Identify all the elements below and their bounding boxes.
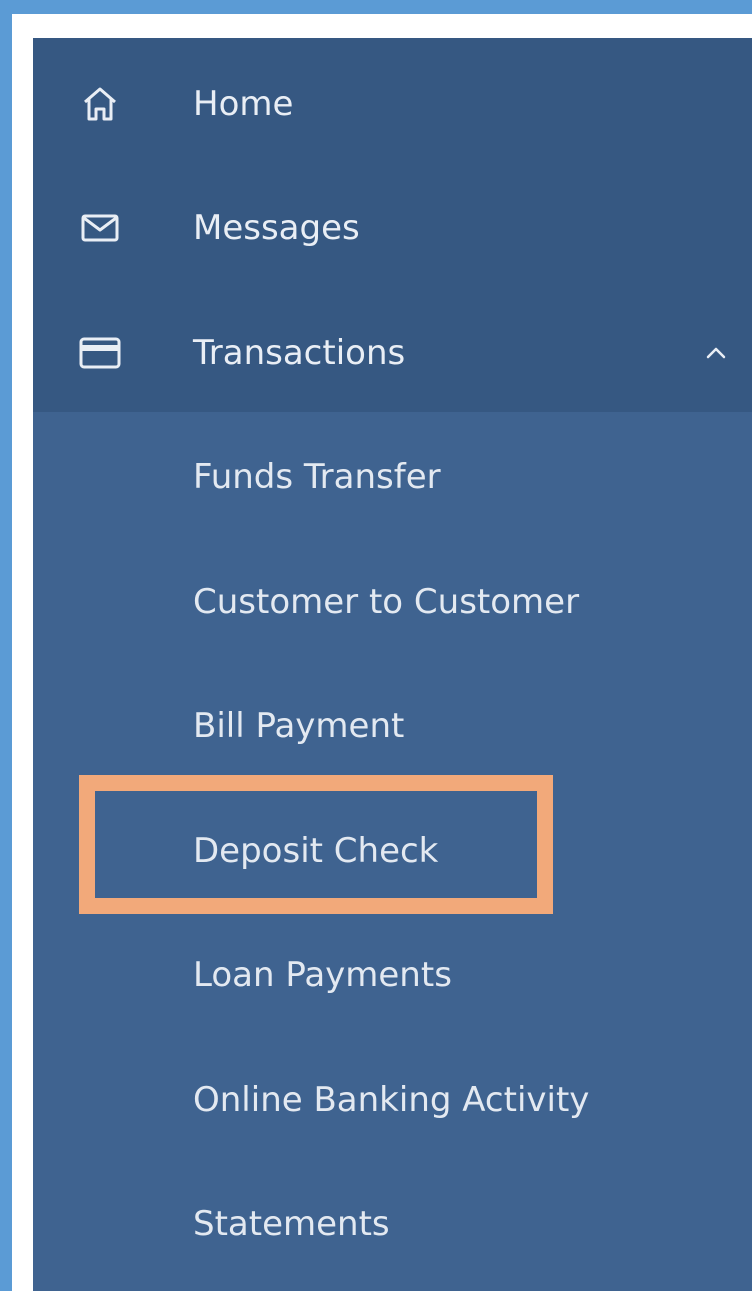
submenu-item-label: Online Banking Activity xyxy=(193,1080,590,1120)
sidebar-item-label: Transactions xyxy=(193,333,406,373)
home-icon xyxy=(75,79,125,129)
submenu-item-loan-payments[interactable]: Loan Payments xyxy=(33,925,752,1025)
submenu-item-deposit-check[interactable]: Deposit Check xyxy=(33,801,752,901)
sidebar-item-messages[interactable]: Messages xyxy=(33,178,752,278)
sidebar-item-transactions[interactable]: Transactions xyxy=(33,303,752,403)
submenu-item-funds-transfer[interactable]: Funds Transfer xyxy=(33,427,752,527)
sidebar-item-home[interactable]: Home xyxy=(33,54,752,154)
envelope-icon xyxy=(75,203,125,253)
submenu-item-statements[interactable]: Statements xyxy=(33,1174,752,1274)
sidebar-main-nav: Home Messages Transactions xyxy=(33,38,752,412)
submenu-item-label: Deposit Check xyxy=(193,831,439,871)
sidebar-item-label: Home xyxy=(193,84,294,124)
submenu-item-label: Loan Payments xyxy=(193,955,452,995)
submenu-item-label: Statements xyxy=(193,1204,390,1244)
sidebar: Home Messages Transactions Funds Transfe… xyxy=(33,38,752,1291)
submenu-item-customer-to-customer[interactable]: Customer to Customer xyxy=(33,552,752,652)
submenu-item-bill-payment[interactable]: Bill Payment xyxy=(33,676,752,776)
submenu-item-label: Funds Transfer xyxy=(193,457,441,497)
chevron-up-icon[interactable] xyxy=(701,338,731,368)
submenu-item-label: Bill Payment xyxy=(193,706,405,746)
submenu-item-online-banking-activity[interactable]: Online Banking Activity xyxy=(33,1050,752,1150)
sidebar-item-label: Messages xyxy=(193,208,360,248)
submenu-item-label: Customer to Customer xyxy=(193,582,580,622)
card-icon xyxy=(75,328,125,378)
